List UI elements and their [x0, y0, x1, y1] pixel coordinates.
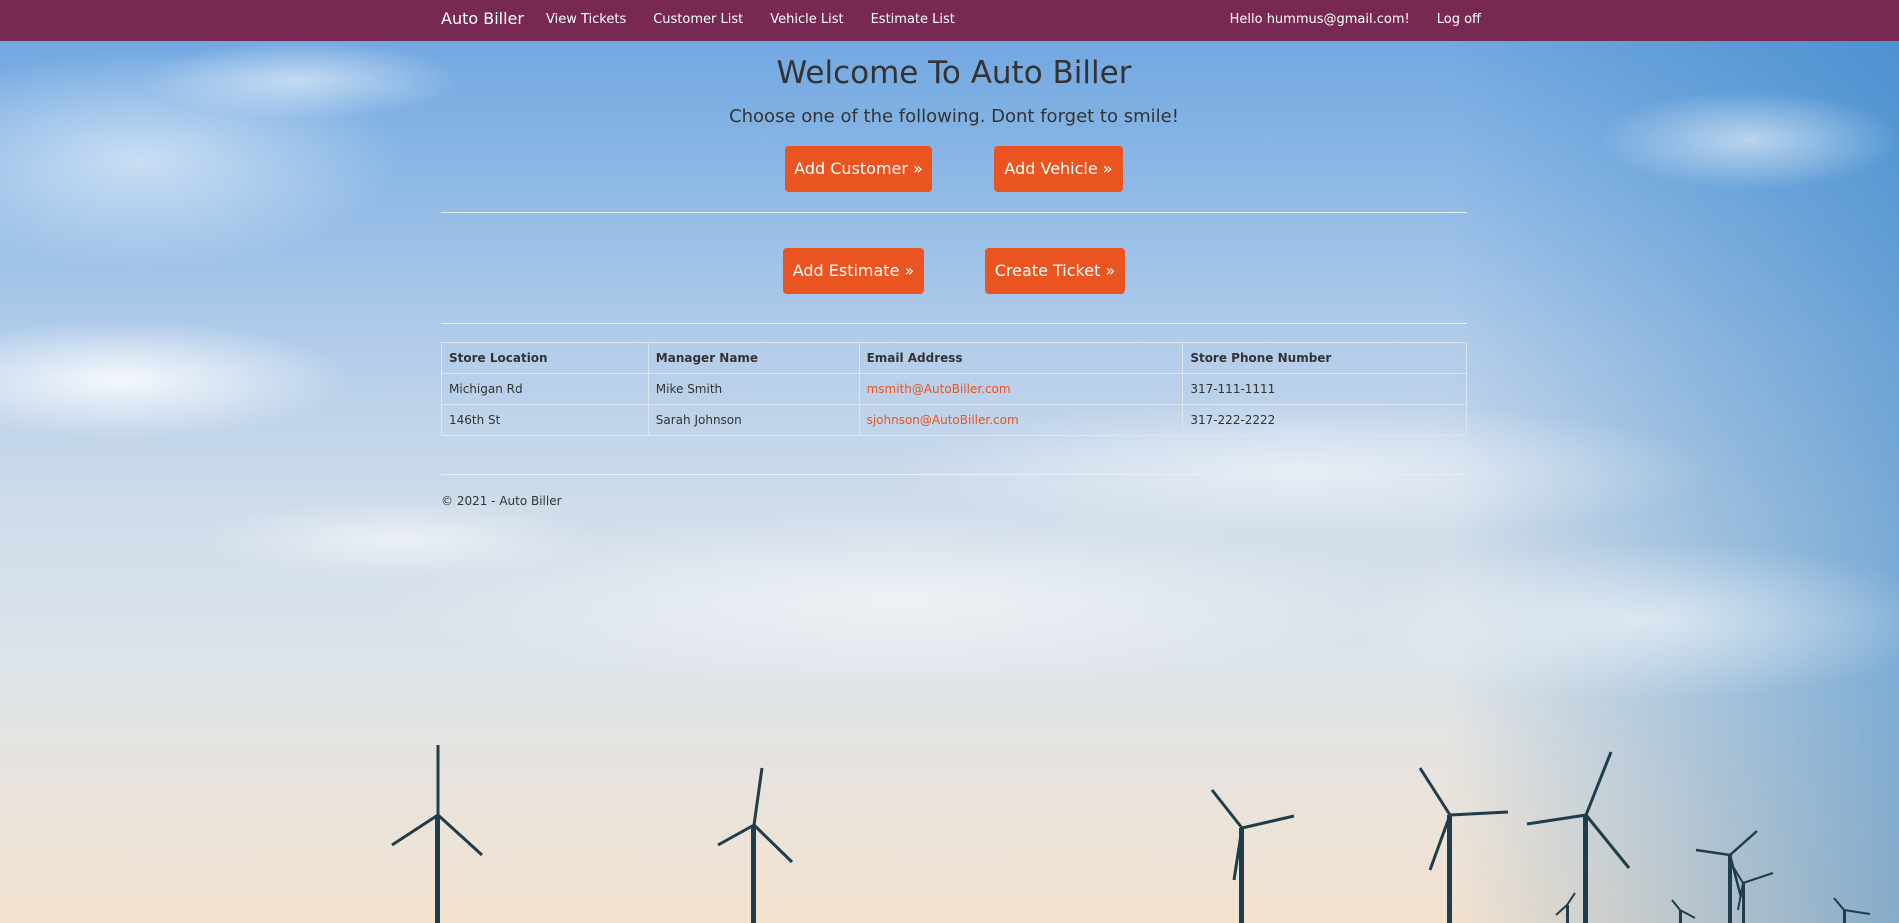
manager-name-cell: Mike Smith — [647, 373, 860, 405]
wind-turbine-icon — [1555, 892, 1576, 923]
phone-cell: 317-111-1111 — [1182, 373, 1467, 405]
wind-turbine-icon — [1728, 859, 1774, 923]
wind-turbine-icon — [717, 767, 794, 923]
wind-turbine-icon — [391, 745, 484, 923]
wind-turbine-icon — [1695, 830, 1758, 923]
wind-turbine-icon — [1833, 897, 1871, 923]
nav-estimate-list[interactable]: Estimate List — [871, 12, 955, 27]
wind-turbine-icon — [1671, 899, 1696, 923]
manager-name-cell: Sarah Johnson — [647, 404, 860, 436]
nav-links: View Tickets Customer List Vehicle List … — [546, 12, 955, 27]
page: Auto Biller View Tickets Customer List V… — [0, 0, 1899, 923]
stores-table: Store Location Manager Name Email Addres… — [441, 342, 1467, 436]
divider — [441, 474, 1467, 475]
column-header-email-address: Email Address — [858, 342, 1184, 374]
email-cell: msmith@AutoBiller.com — [858, 373, 1184, 405]
nav-user-area: Hello hummus@gmail.com! Log off — [1230, 12, 1481, 27]
email-link[interactable]: sjohnson@AutoBiller.com — [867, 413, 1019, 427]
divider — [441, 323, 1467, 324]
brand-link[interactable]: Auto Biller — [441, 9, 524, 28]
top-navbar: Auto Biller View Tickets Customer List V… — [0, 0, 1899, 41]
footer-copyright: © 2021 - Auto Biller — [441, 494, 562, 508]
page-subtitle: Choose one of the following. Dont forget… — [729, 106, 1179, 127]
add-customer-button[interactable]: Add Customer » — [785, 146, 932, 192]
nav-vehicle-list[interactable]: Vehicle List — [770, 12, 843, 27]
wind-turbine-icon — [1526, 751, 1631, 923]
email-cell: sjohnson@AutoBiller.com — [858, 404, 1184, 436]
column-header-store-location: Store Location — [441, 342, 649, 374]
email-link[interactable]: msmith@AutoBiller.com — [867, 382, 1011, 396]
divider — [441, 212, 1467, 213]
wind-turbine-icon — [1210, 789, 1295, 923]
add-estimate-button[interactable]: Add Estimate » — [783, 248, 924, 294]
user-greeting-link[interactable]: Hello hummus@gmail.com! — [1230, 12, 1410, 27]
store-location-cell: Michigan Rd — [441, 373, 649, 405]
navbar-inner: Auto Biller View Tickets Customer List V… — [441, 0, 1481, 41]
table-header-row: Store Location Manager Name Email Addres… — [441, 342, 1467, 374]
column-header-store-phone: Store Phone Number — [1182, 342, 1467, 374]
wind-turbines — [391, 745, 1871, 923]
phone-cell: 317-222-2222 — [1182, 404, 1467, 436]
column-header-manager-name: Manager Name — [647, 342, 860, 374]
wind-turbine-icon — [1418, 767, 1509, 923]
table-row: 146th St Sarah Johnson sjohnson@AutoBill… — [441, 404, 1467, 436]
store-location-cell: 146th St — [441, 404, 649, 436]
nav-view-tickets[interactable]: View Tickets — [546, 12, 626, 27]
table-row: Michigan Rd Mike Smith msmith@AutoBiller… — [441, 373, 1467, 405]
log-off-link[interactable]: Log off — [1437, 12, 1481, 27]
create-ticket-button[interactable]: Create Ticket » — [985, 248, 1125, 294]
add-vehicle-button[interactable]: Add Vehicle » — [994, 146, 1123, 192]
page-title: Welcome To Auto Biller — [776, 55, 1132, 91]
nav-customer-list[interactable]: Customer List — [653, 12, 743, 27]
